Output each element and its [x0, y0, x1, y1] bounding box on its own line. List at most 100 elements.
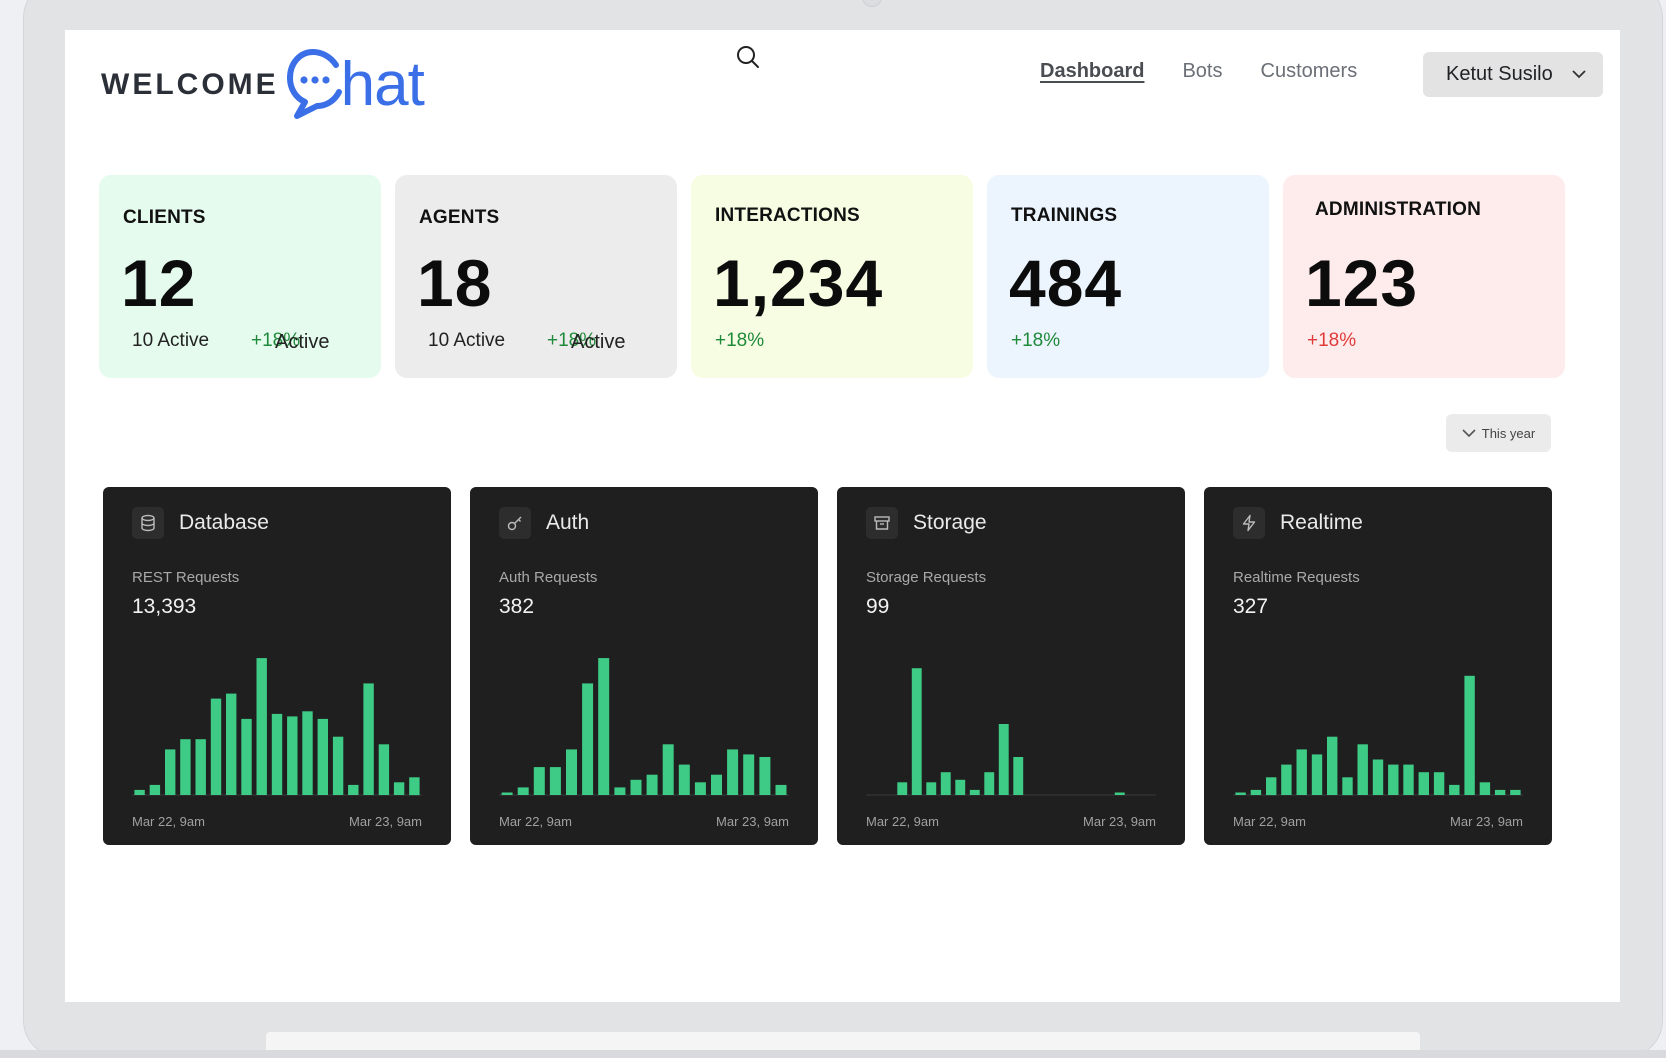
- chart-bar[interactable]: [226, 693, 237, 795]
- chart-card-auth[interactable]: Auth Auth Requests 382 Mar 22, 9am Mar 2…: [470, 487, 818, 845]
- chart-bar[interactable]: [1266, 777, 1277, 796]
- metric-value: 99: [866, 595, 890, 618]
- stat-card-interactions[interactable]: INTERACTIONS 1,234 +18%: [691, 175, 973, 378]
- chart-bar[interactable]: [897, 782, 908, 795]
- chart-bar[interactable]: [1327, 736, 1338, 795]
- user-name: Ketut Susilo: [1446, 63, 1553, 85]
- key-icon: [499, 507, 531, 539]
- chart-card-database[interactable]: Database REST Requests 13,393 Mar 22, 9a…: [103, 487, 451, 845]
- x-axis-start-label: Mar 22, 9am: [499, 814, 572, 829]
- chart-bar[interactable]: [1311, 754, 1323, 795]
- chart-bar[interactable]: [501, 792, 513, 796]
- nav-bots[interactable]: Bots: [1182, 60, 1222, 83]
- chart-card-realtime[interactable]: Realtime Realtime Requests 327 Mar 22, 9…: [1204, 487, 1552, 845]
- chart-bar[interactable]: [759, 757, 771, 795]
- chart-bar[interactable]: [1281, 764, 1292, 795]
- logo[interactable]: WELCOME hat: [101, 48, 425, 122]
- chart-bar[interactable]: [630, 779, 642, 795]
- chart-bar[interactable]: [926, 782, 937, 795]
- chart-bar[interactable]: [598, 658, 610, 795]
- chart-bar[interactable]: [1479, 782, 1491, 795]
- database-icon: [132, 507, 164, 539]
- chart-bar[interactable]: [1510, 789, 1521, 795]
- chart-bar[interactable]: [678, 764, 690, 795]
- chart-bar[interactable]: [533, 767, 545, 795]
- chart-bar[interactable]: [302, 711, 313, 795]
- chart-bar[interactable]: [582, 683, 594, 795]
- chart-bar[interactable]: [566, 749, 577, 795]
- chart-bar[interactable]: [998, 724, 1009, 795]
- time-range-label: This year: [1481, 425, 1536, 441]
- chart-bar[interactable]: [317, 718, 328, 795]
- chart-bar[interactable]: [1342, 777, 1353, 796]
- chart-bar[interactable]: [549, 767, 561, 795]
- chart-bar[interactable]: [409, 777, 420, 796]
- chart-bar[interactable]: [271, 713, 283, 795]
- chart-bar[interactable]: [1418, 772, 1429, 795]
- stat-card-administration[interactable]: ADMINISTRATION 123 +18%: [1283, 175, 1565, 378]
- nav-dashboard[interactable]: Dashboard: [1040, 60, 1144, 83]
- chart-bar[interactable]: [332, 736, 344, 795]
- chart-bar[interactable]: [743, 754, 755, 795]
- chart-bar[interactable]: [1250, 789, 1262, 795]
- chart-bar[interactable]: [969, 789, 980, 795]
- chart-card-storage[interactable]: Storage Storage Requests 99 Mar 22, 9am …: [837, 487, 1185, 845]
- chart-bar[interactable]: [256, 658, 267, 795]
- chart-bar[interactable]: [241, 718, 252, 795]
- bar-chart-svg: [1233, 675, 1523, 796]
- chart-bar[interactable]: [165, 749, 176, 795]
- chart-bar[interactable]: [984, 772, 995, 795]
- chart-bar[interactable]: [1494, 789, 1506, 795]
- chart-bar[interactable]: [1433, 772, 1445, 795]
- card-header: Storage: [866, 507, 987, 539]
- chart-bar[interactable]: [287, 716, 298, 795]
- search-icon[interactable]: [735, 44, 761, 70]
- active-label: Active: [275, 331, 330, 353]
- chart-bar[interactable]: [911, 668, 922, 795]
- x-axis-end-label: Mar 23, 9am: [1450, 814, 1523, 829]
- chart-bar[interactable]: [149, 784, 161, 795]
- chart-bar[interactable]: [1449, 784, 1460, 795]
- chevron-down-icon: [1462, 429, 1476, 438]
- metric-label: Auth Requests: [499, 569, 598, 586]
- chart-bar[interactable]: [210, 698, 222, 795]
- archive-icon: [866, 507, 898, 539]
- stat-card-trainings[interactable]: TRAININGS 484 +18%: [987, 175, 1269, 378]
- chart-bar[interactable]: [775, 784, 787, 795]
- chart-bar[interactable]: [646, 774, 658, 795]
- chart-bar[interactable]: [1388, 764, 1399, 795]
- chart-bar[interactable]: [1464, 675, 1475, 795]
- chart-bar[interactable]: [517, 787, 529, 795]
- chart-bar[interactable]: [711, 774, 722, 795]
- nav-customers[interactable]: Customers: [1261, 60, 1358, 83]
- chart-bar[interactable]: [378, 744, 390, 795]
- chart-bar[interactable]: [694, 782, 706, 795]
- chart-bar[interactable]: [348, 784, 359, 795]
- bar-chart-svg: [132, 658, 422, 796]
- chart-bar[interactable]: [1357, 744, 1368, 795]
- user-menu-button[interactable]: Ketut Susilo: [1423, 52, 1603, 97]
- chart-bar[interactable]: [614, 787, 626, 795]
- chart-bar[interactable]: [134, 789, 145, 795]
- chart-bar[interactable]: [662, 744, 674, 795]
- time-range-dropdown[interactable]: This year: [1446, 414, 1551, 452]
- chart-bar[interactable]: [393, 782, 405, 795]
- chart-bar[interactable]: [1235, 792, 1246, 796]
- stat-card-agents[interactable]: AGENTS 18 10 Active +18% Active: [395, 175, 677, 378]
- bar-chart: [866, 647, 1156, 797]
- chart-bar[interactable]: [1403, 764, 1414, 795]
- chart-bar[interactable]: [940, 772, 951, 795]
- chart-bar[interactable]: [1013, 757, 1024, 795]
- chart-bar[interactable]: [727, 749, 739, 795]
- chart-bar[interactable]: [363, 683, 374, 795]
- chart-bar[interactable]: [180, 739, 191, 795]
- x-axis-end-label: Mar 23, 9am: [716, 814, 789, 829]
- chart-bar[interactable]: [1372, 759, 1384, 796]
- card-header: Realtime: [1233, 507, 1363, 539]
- chart-bar[interactable]: [195, 739, 206, 795]
- stat-card-clients[interactable]: CLIENTS 12 10 Active +18% Active: [99, 175, 381, 378]
- bar-chart-svg: [866, 668, 1156, 796]
- chart-bar[interactable]: [955, 779, 966, 795]
- chart-bar[interactable]: [1114, 792, 1125, 796]
- chart-bar[interactable]: [1296, 749, 1307, 795]
